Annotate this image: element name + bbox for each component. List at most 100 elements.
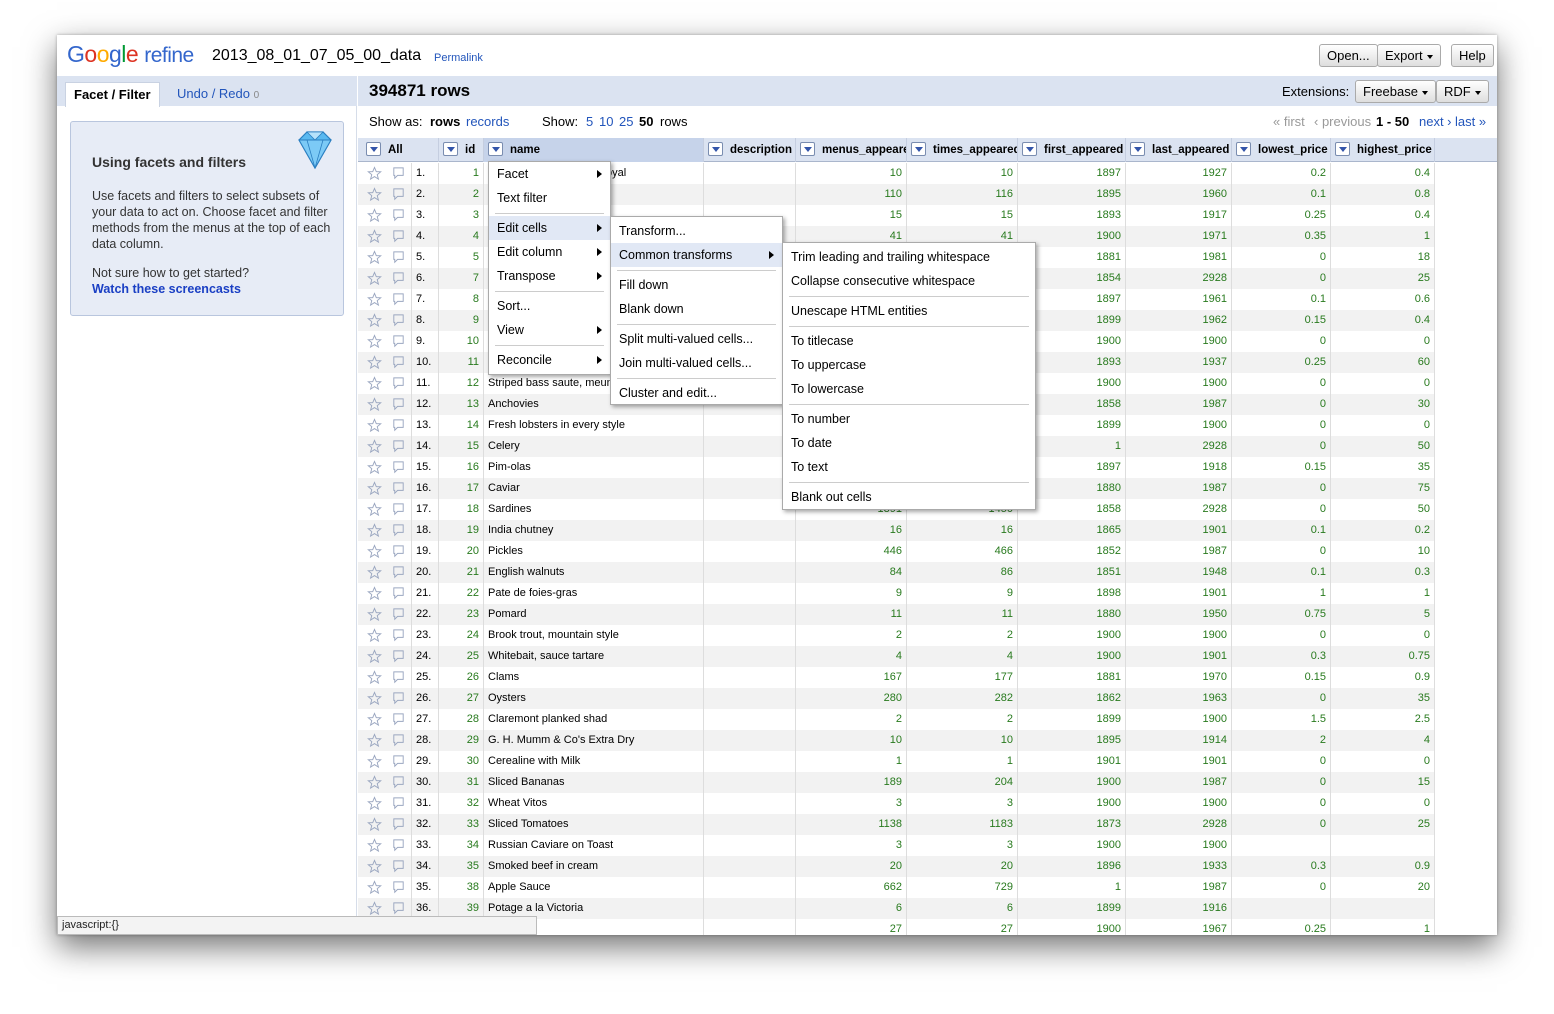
- cell-low[interactable]: [1232, 835, 1331, 856]
- cell-id[interactable]: 13: [439, 394, 484, 415]
- open-button[interactable]: Open...: [1319, 44, 1378, 67]
- cell-id[interactable]: 19: [439, 520, 484, 541]
- cell-last[interactable]: 1970: [1126, 667, 1232, 688]
- flag-icon[interactable]: [391, 901, 406, 916]
- cell-last[interactable]: 1987: [1126, 478, 1232, 499]
- menu-item-to-number[interactable]: To number: [783, 407, 1035, 431]
- cell-id[interactable]: 18: [439, 499, 484, 520]
- cell-desc[interactable]: [704, 814, 796, 835]
- cell-low[interactable]: 0: [1232, 373, 1331, 394]
- cell-high[interactable]: 0.8: [1331, 184, 1435, 205]
- cell-high[interactable]: 15: [1331, 772, 1435, 793]
- column-header-all[interactable]: All: [362, 138, 439, 162]
- cell-last[interactable]: 1987: [1126, 877, 1232, 898]
- menu-item-to-date[interactable]: To date: [783, 431, 1035, 455]
- star-icon[interactable]: [367, 439, 382, 454]
- cell-low[interactable]: 0: [1232, 268, 1331, 289]
- cell-times[interactable]: 3: [907, 835, 1018, 856]
- cell-low[interactable]: 0.3: [1232, 646, 1331, 667]
- cell-id[interactable]: 20: [439, 541, 484, 562]
- cell-low[interactable]: 0.1: [1232, 184, 1331, 205]
- flag-icon[interactable]: [391, 481, 406, 496]
- cell-last[interactable]: 1963: [1126, 688, 1232, 709]
- cell-low[interactable]: 0: [1232, 625, 1331, 646]
- cell-low[interactable]: 0: [1232, 751, 1331, 772]
- cell-id[interactable]: 30: [439, 751, 484, 772]
- cell-high[interactable]: 0.9: [1331, 667, 1435, 688]
- star-icon[interactable]: [367, 544, 382, 559]
- flag-icon[interactable]: [391, 817, 406, 832]
- cell-times[interactable]: 2: [907, 709, 1018, 730]
- cell-times[interactable]: 2: [907, 625, 1018, 646]
- flag-icon[interactable]: [391, 355, 406, 370]
- cell-desc[interactable]: [704, 856, 796, 877]
- menu-item-edit-column[interactable]: Edit column: [489, 240, 610, 264]
- flag-icon[interactable]: [391, 397, 406, 412]
- cell-last[interactable]: 1901: [1126, 583, 1232, 604]
- cell-desc[interactable]: [704, 793, 796, 814]
- flag-icon[interactable]: [391, 208, 406, 223]
- cell-low[interactable]: 0.1: [1232, 289, 1331, 310]
- cell-id[interactable]: 12: [439, 373, 484, 394]
- cell-high[interactable]: 0.4: [1331, 163, 1435, 184]
- cell-low[interactable]: 0.15: [1232, 457, 1331, 478]
- cell-low[interactable]: 0: [1232, 499, 1331, 520]
- cell-id[interactable]: 14: [439, 415, 484, 436]
- cell-name[interactable]: Smoked beef in cream: [484, 856, 704, 877]
- flag-icon[interactable]: [391, 649, 406, 664]
- cell-times[interactable]: 282: [907, 688, 1018, 709]
- flag-icon[interactable]: [391, 712, 406, 727]
- cell-desc[interactable]: [704, 709, 796, 730]
- column-header-lowest-price[interactable]: lowest_price: [1232, 138, 1331, 162]
- cell-first[interactable]: 1900: [1018, 646, 1126, 667]
- cell-id[interactable]: 23: [439, 604, 484, 625]
- cell-name[interactable]: Whitebait, sauce tartare: [484, 646, 704, 667]
- cell-menus[interactable]: 2: [796, 709, 907, 730]
- flag-icon[interactable]: [391, 334, 406, 349]
- cell-low[interactable]: 0.1: [1232, 520, 1331, 541]
- cell-high[interactable]: 35: [1331, 457, 1435, 478]
- star-icon[interactable]: [367, 418, 382, 433]
- menu-item-join-multi-valued[interactable]: Join multi-valued cells...: [611, 351, 782, 375]
- cell-first[interactable]: 1899: [1018, 898, 1126, 919]
- cell-name[interactable]: India chutney: [484, 520, 704, 541]
- cell-first[interactable]: 1852: [1018, 541, 1126, 562]
- show-as-records[interactable]: records: [466, 114, 509, 129]
- cell-first[interactable]: 1900: [1018, 919, 1126, 935]
- flag-icon[interactable]: [391, 250, 406, 265]
- star-icon[interactable]: [367, 586, 382, 601]
- cell-last[interactable]: 1900: [1126, 373, 1232, 394]
- flag-icon[interactable]: [391, 796, 406, 811]
- cell-high[interactable]: 1: [1331, 583, 1435, 604]
- cell-last[interactable]: 1900: [1126, 835, 1232, 856]
- star-icon[interactable]: [367, 607, 382, 622]
- menu-item-common-transforms[interactable]: Common transforms: [611, 243, 782, 267]
- cell-last[interactable]: 1914: [1126, 730, 1232, 751]
- star-icon[interactable]: [367, 313, 382, 328]
- cell-times[interactable]: 86: [907, 562, 1018, 583]
- cell-desc[interactable]: [704, 562, 796, 583]
- star-icon[interactable]: [367, 775, 382, 790]
- column-header-first-appeared[interactable]: first_appeared: [1018, 138, 1126, 162]
- cell-first[interactable]: 1851: [1018, 562, 1126, 583]
- cell-id[interactable]: 26: [439, 667, 484, 688]
- cell-times[interactable]: 16: [907, 520, 1018, 541]
- export-button[interactable]: Export: [1377, 44, 1441, 67]
- cell-times[interactable]: 27: [907, 919, 1018, 935]
- cell-last[interactable]: 2928: [1126, 436, 1232, 457]
- cell-low[interactable]: 0.15: [1232, 667, 1331, 688]
- cell-menus[interactable]: 9: [796, 583, 907, 604]
- menu-item-fill-down[interactable]: Fill down: [611, 273, 782, 297]
- star-icon[interactable]: [367, 628, 382, 643]
- cell-id[interactable]: 29: [439, 730, 484, 751]
- cell-last[interactable]: 1927: [1126, 163, 1232, 184]
- menu-item-to-titlecase[interactable]: To titlecase: [783, 329, 1035, 353]
- cell-low[interactable]: 0.1: [1232, 562, 1331, 583]
- cell-first[interactable]: 1900: [1018, 625, 1126, 646]
- cell-low[interactable]: [1232, 898, 1331, 919]
- cell-last[interactable]: 1987: [1126, 394, 1232, 415]
- star-icon[interactable]: [367, 397, 382, 412]
- flag-icon[interactable]: [391, 880, 406, 895]
- cell-last[interactable]: 1948: [1126, 562, 1232, 583]
- cell-name[interactable]: Pomard: [484, 604, 704, 625]
